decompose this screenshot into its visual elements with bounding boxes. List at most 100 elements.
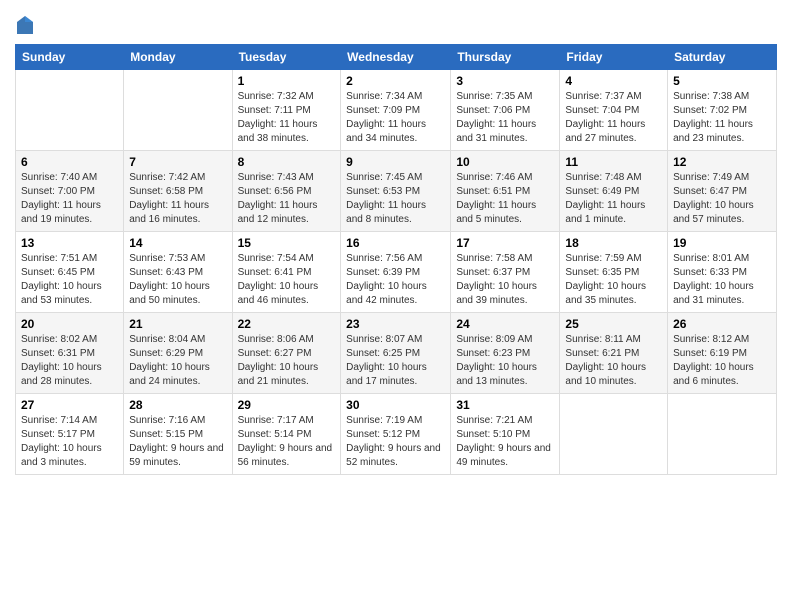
calendar-cell [560, 394, 668, 475]
calendar-cell: 15 Sunrise: 7:54 AMSunset: 6:41 PMDayligh… [232, 232, 341, 313]
calendar-cell: 4 Sunrise: 7:37 AMSunset: 7:04 PMDaylight… [560, 70, 668, 151]
day-info: Sunrise: 7:40 AMSunset: 7:00 PMDaylight:… [21, 171, 118, 227]
day-info: Sunrise: 7:43 AMSunset: 6:56 PMDaylight:… [238, 171, 336, 227]
calendar-cell: 18Sunrise: 7:59 AMSunset: 6:35 PMDayligh… [560, 232, 668, 313]
day-number: 15 [238, 236, 336, 250]
day-number: 24 [456, 317, 554, 331]
day-number: 5 [673, 74, 771, 88]
day-info: Sunrise: 7:14 AMSunset: 5:17 PMDaylight:… [21, 414, 118, 470]
calendar-cell: 14 Sunrise: 7:53 AMSunset: 6:43 PMDayligh… [124, 232, 232, 313]
day-number: 8 [238, 155, 336, 169]
day-info: Sunrise: 7:53 AMSunset: 6:43 PMDaylight:… [129, 252, 226, 308]
day-info: Sunrise: 7:56 AMSunset: 6:39 PMDaylight:… [346, 252, 445, 308]
calendar-cell: 7 Sunrise: 7:42 AMSunset: 6:58 PMDaylight… [124, 151, 232, 232]
calendar-cell: 23Sunrise: 8:07 AMSunset: 6:25 PMDayligh… [341, 313, 451, 394]
weekday-header: Thursday [451, 45, 560, 70]
day-number: 11 [565, 155, 662, 169]
calendar-cell: 11 Sunrise: 7:48 AMSunset: 6:49 PMDayligh… [560, 151, 668, 232]
day-info: Sunrise: 7:32 AMSunset: 7:11 PMDaylight:… [238, 90, 336, 146]
day-number: 22 [238, 317, 336, 331]
day-number: 17 [456, 236, 554, 250]
day-number: 20 [21, 317, 118, 331]
day-info: Sunrise: 7:16 AMSunset: 5:15 PMDaylight:… [129, 414, 226, 470]
day-number: 19 [673, 236, 771, 250]
calendar-cell: 28 Sunrise: 7:16 AMSunset: 5:15 PMDayligh… [124, 394, 232, 475]
calendar-cell: 22 Sunrise: 8:06 AMSunset: 6:27 PMDayligh… [232, 313, 341, 394]
day-number: 10 [456, 155, 554, 169]
page: SundayMondayTuesdayWednesdayThursdayFrid… [0, 0, 792, 490]
calendar-cell [124, 70, 232, 151]
calendar-table: SundayMondayTuesdayWednesdayThursdayFrid… [15, 44, 777, 475]
calendar-cell: 29 Sunrise: 7:17 AMSunset: 5:14 PMDayligh… [232, 394, 341, 475]
calendar-cell [16, 70, 124, 151]
day-number: 21 [129, 317, 226, 331]
day-info: Sunrise: 7:59 AMSunset: 6:35 PMDaylight:… [565, 252, 662, 308]
day-info: Sunrise: 8:06 AMSunset: 6:27 PMDaylight:… [238, 333, 336, 389]
weekday-header: Wednesday [341, 45, 451, 70]
day-info: Sunrise: 8:11 AMSunset: 6:21 PMDaylight:… [565, 333, 662, 389]
day-number: 25 [565, 317, 662, 331]
day-number: 27 [21, 398, 118, 412]
calendar-cell: 24 Sunrise: 8:09 AMSunset: 6:23 PMDayligh… [451, 313, 560, 394]
day-number: 14 [129, 236, 226, 250]
calendar-cell [668, 394, 777, 475]
day-number: 7 [129, 155, 226, 169]
calendar-week-row: 1 Sunrise: 7:32 AMSunset: 7:11 PMDaylight… [16, 70, 777, 151]
day-info: Sunrise: 8:04 AMSunset: 6:29 PMDaylight:… [129, 333, 226, 389]
calendar-cell: 31 Sunrise: 7:21 AMSunset: 5:10 PMDayligh… [451, 394, 560, 475]
day-number: 30 [346, 398, 445, 412]
calendar-cell: 6 Sunrise: 7:40 AMSunset: 7:00 PMDaylight… [16, 151, 124, 232]
calendar-cell: 19Sunrise: 8:01 AMSunset: 6:33 PMDayligh… [668, 232, 777, 313]
day-info: Sunrise: 7:21 AMSunset: 5:10 PMDaylight:… [456, 414, 554, 470]
calendar-cell: 12 Sunrise: 7:49 AMSunset: 6:47 PMDayligh… [668, 151, 777, 232]
day-info: Sunrise: 8:02 AMSunset: 6:31 PMDaylight:… [21, 333, 118, 389]
day-info: Sunrise: 7:48 AMSunset: 6:49 PMDaylight:… [565, 171, 662, 227]
day-number: 26 [673, 317, 771, 331]
logo [15, 14, 37, 36]
calendar-cell: 16 Sunrise: 7:56 AMSunset: 6:39 PMDayligh… [341, 232, 451, 313]
day-info: Sunrise: 7:49 AMSunset: 6:47 PMDaylight:… [673, 171, 771, 227]
day-info: Sunrise: 8:07 AMSunset: 6:25 PMDaylight:… [346, 333, 445, 389]
weekday-header: Friday [560, 45, 668, 70]
day-info: Sunrise: 7:37 AMSunset: 7:04 PMDaylight:… [565, 90, 662, 146]
day-info: Sunrise: 7:34 AMSunset: 7:09 PMDaylight:… [346, 90, 445, 146]
day-number: 6 [21, 155, 118, 169]
day-info: Sunrise: 7:19 AMSunset: 5:12 PMDaylight:… [346, 414, 445, 470]
calendar-cell: 30 Sunrise: 7:19 AMSunset: 5:12 PMDayligh… [341, 394, 451, 475]
day-info: Sunrise: 7:35 AMSunset: 7:06 PMDaylight:… [456, 90, 554, 146]
day-info: Sunrise: 7:51 AMSunset: 6:45 PMDaylight:… [21, 252, 118, 308]
calendar-cell: 1 Sunrise: 7:32 AMSunset: 7:11 PMDaylight… [232, 70, 341, 151]
day-number: 2 [346, 74, 445, 88]
day-number: 16 [346, 236, 445, 250]
day-info: Sunrise: 8:09 AMSunset: 6:23 PMDaylight:… [456, 333, 554, 389]
header [15, 10, 777, 36]
calendar-cell: 21 Sunrise: 8:04 AMSunset: 6:29 PMDayligh… [124, 313, 232, 394]
calendar-cell: 13Sunrise: 7:51 AMSunset: 6:45 PMDayligh… [16, 232, 124, 313]
calendar-week-row: 20 Sunrise: 8:02 AMSunset: 6:31 PMDayligh… [16, 313, 777, 394]
weekday-header: Saturday [668, 45, 777, 70]
calendar-cell: 2 Sunrise: 7:34 AMSunset: 7:09 PMDaylight… [341, 70, 451, 151]
weekday-header: Monday [124, 45, 232, 70]
day-info: Sunrise: 8:12 AMSunset: 6:19 PMDaylight:… [673, 333, 771, 389]
day-number: 4 [565, 74, 662, 88]
calendar-header-row: SundayMondayTuesdayWednesdayThursdayFrid… [16, 45, 777, 70]
day-info: Sunrise: 7:45 AMSunset: 6:53 PMDaylight:… [346, 171, 445, 227]
calendar-week-row: 6 Sunrise: 7:40 AMSunset: 7:00 PMDaylight… [16, 151, 777, 232]
day-info: Sunrise: 7:46 AMSunset: 6:51 PMDaylight:… [456, 171, 554, 227]
day-number: 29 [238, 398, 336, 412]
calendar-cell: 3Sunrise: 7:35 AMSunset: 7:06 PMDaylight… [451, 70, 560, 151]
logo-icon [15, 14, 35, 36]
calendar-cell: 20 Sunrise: 8:02 AMSunset: 6:31 PMDayligh… [16, 313, 124, 394]
day-number: 1 [238, 74, 336, 88]
day-number: 31 [456, 398, 554, 412]
weekday-header: Tuesday [232, 45, 341, 70]
weekday-header: Sunday [16, 45, 124, 70]
calendar-cell: 10 Sunrise: 7:46 AMSunset: 6:51 PMDayligh… [451, 151, 560, 232]
day-info: Sunrise: 7:17 AMSunset: 5:14 PMDaylight:… [238, 414, 336, 470]
day-info: Sunrise: 7:54 AMSunset: 6:41 PMDaylight:… [238, 252, 336, 308]
day-number: 28 [129, 398, 226, 412]
day-number: 12 [673, 155, 771, 169]
day-info: Sunrise: 7:58 AMSunset: 6:37 PMDaylight:… [456, 252, 554, 308]
day-info: Sunrise: 7:42 AMSunset: 6:58 PMDaylight:… [129, 171, 226, 227]
calendar-cell: 26 Sunrise: 8:12 AMSunset: 6:19 PMDayligh… [668, 313, 777, 394]
